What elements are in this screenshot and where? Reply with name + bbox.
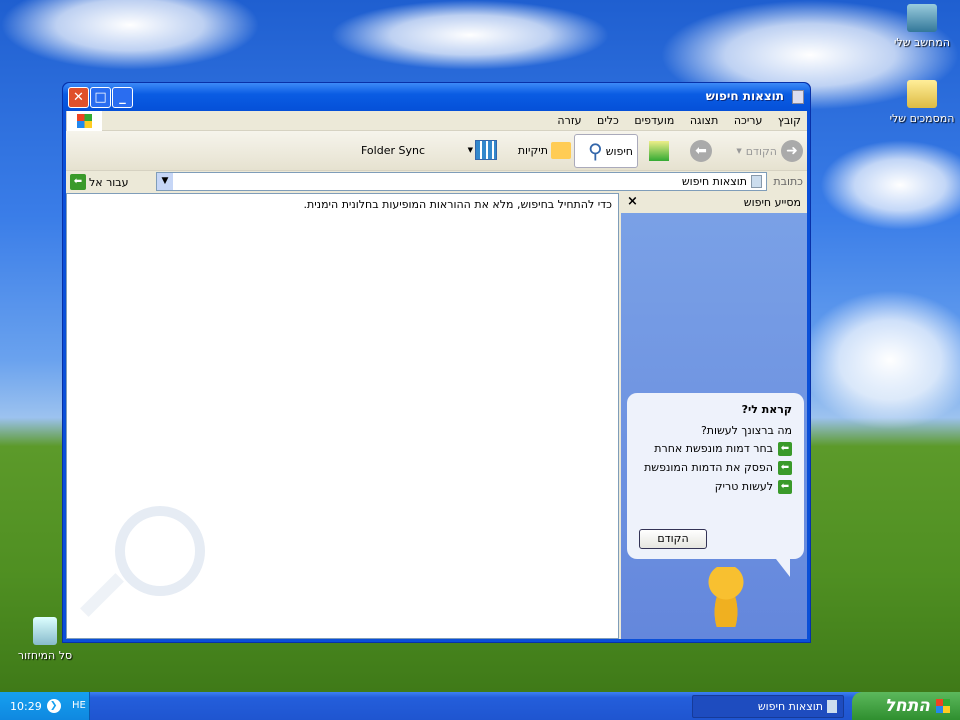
menu-favorites[interactable]: מועדפים bbox=[628, 111, 680, 130]
title-bar[interactable]: תוצאות חיפוש ✕ □ _ bbox=[63, 83, 810, 111]
views-grid-icon bbox=[475, 140, 497, 160]
menu-edit[interactable]: עריכה bbox=[728, 111, 769, 130]
search-results-icon bbox=[827, 700, 837, 713]
magnifier-icon: ⚲ bbox=[588, 139, 603, 163]
address-label: כתובת bbox=[773, 175, 803, 188]
forward-button[interactable]: ⬅ bbox=[690, 140, 712, 162]
back-arrow-icon: ➜ bbox=[781, 140, 803, 162]
option-choose-character[interactable]: ⬅ בחר דמות מונפשת אחרת bbox=[639, 442, 792, 456]
search-results-icon bbox=[751, 175, 762, 188]
results-message: כדי להתחיל בחיפוש, מלא את ההוראות המופיע… bbox=[303, 198, 613, 211]
search-companion-pane: מסייע חיפוש × קראת לי? מה ברצונך לעשות? … bbox=[621, 193, 807, 639]
speech-bubble: קראת לי? מה ברצונך לעשות? ⬅ בחר דמות מונפ… bbox=[627, 393, 804, 559]
maximize-button[interactable]: □ bbox=[90, 87, 111, 108]
search-button[interactable]: חיפוש ⚲ bbox=[574, 134, 638, 168]
up-folder-button[interactable] bbox=[649, 141, 669, 161]
address-dropdown[interactable]: ▼ bbox=[157, 173, 173, 190]
back-button[interactable]: ➜ הקודם ▼ bbox=[736, 140, 803, 162]
close-button[interactable]: ✕ bbox=[68, 87, 89, 108]
arrow-icon: ⬅ bbox=[778, 480, 792, 494]
option-do-trick[interactable]: ⬅ לעשות טריק bbox=[639, 480, 792, 494]
menu-view[interactable]: תצוגה bbox=[684, 111, 724, 130]
clock[interactable]: 10:29 bbox=[10, 700, 42, 713]
address-input[interactable]: תוצאות חיפוש ▼ bbox=[156, 172, 767, 191]
views-button[interactable]: ▼ bbox=[468, 140, 497, 160]
address-bar: כתובת תוצאות חיפוש ▼ עבור אל ⬅ bbox=[66, 171, 807, 192]
folder-icon bbox=[551, 142, 571, 159]
magnifier-watermark-icon bbox=[115, 506, 205, 596]
windows-logo-icon bbox=[66, 111, 102, 131]
minimize-button[interactable]: _ bbox=[112, 87, 133, 108]
tray-expand-icon[interactable]: ❯ bbox=[46, 699, 61, 713]
computer-icon bbox=[907, 4, 937, 32]
desktop-icon-my-documents[interactable]: המסמכים שלי bbox=[882, 80, 960, 125]
language-indicator[interactable]: HE bbox=[72, 700, 86, 711]
close-pane-button[interactable]: × bbox=[627, 194, 638, 209]
go-button[interactable]: עבור אל ⬅ bbox=[70, 174, 129, 190]
window-icon bbox=[792, 90, 804, 104]
window-title: תוצאות חיפוש bbox=[705, 89, 784, 103]
folder-icon bbox=[907, 80, 937, 108]
folders-button[interactable]: תיקיות bbox=[518, 142, 571, 159]
taskbar-button-search-results[interactable]: תוצאות חיפוש bbox=[692, 695, 844, 718]
results-pane: כדי להתחיל בחיפוש, מלא את ההוראות המופיע… bbox=[66, 193, 619, 639]
taskbar: התחל תוצאות חיפוש 10:29 ❯ HE bbox=[0, 692, 960, 720]
rover-dog-icon bbox=[706, 567, 746, 627]
go-arrow-icon: ⬅ bbox=[70, 174, 86, 190]
toolbar: ➜ הקודם ▼ ⬅ חיפוש ⚲ תיקיות ▼ Folder Sync bbox=[66, 131, 807, 171]
folder-sync-button[interactable]: Folder Sync bbox=[361, 144, 425, 157]
arrow-icon: ⬅ bbox=[778, 442, 792, 456]
start-button[interactable]: התחל bbox=[852, 692, 960, 720]
arrow-icon: ⬅ bbox=[778, 461, 792, 475]
menu-help[interactable]: עזרה bbox=[551, 111, 587, 130]
menu-file[interactable]: קובץ bbox=[772, 111, 807, 130]
desktop-icon-my-computer[interactable]: המחשב שלי bbox=[882, 4, 960, 49]
menu-tools[interactable]: כלים bbox=[591, 111, 625, 130]
recycle-bin-icon bbox=[33, 617, 57, 645]
back-button-bubble[interactable]: הקודם bbox=[639, 529, 707, 549]
search-results-window: תוצאות חיפוש ✕ □ _ קובץ עריכה תצוגה מועד… bbox=[62, 82, 811, 643]
windows-logo-icon bbox=[936, 699, 950, 713]
menu-bar: קובץ עריכה תצוגה מועדפים כלים עזרה bbox=[66, 111, 807, 131]
option-stop-character[interactable]: ⬅ הפסק את הדמות המונפשת bbox=[639, 461, 792, 475]
